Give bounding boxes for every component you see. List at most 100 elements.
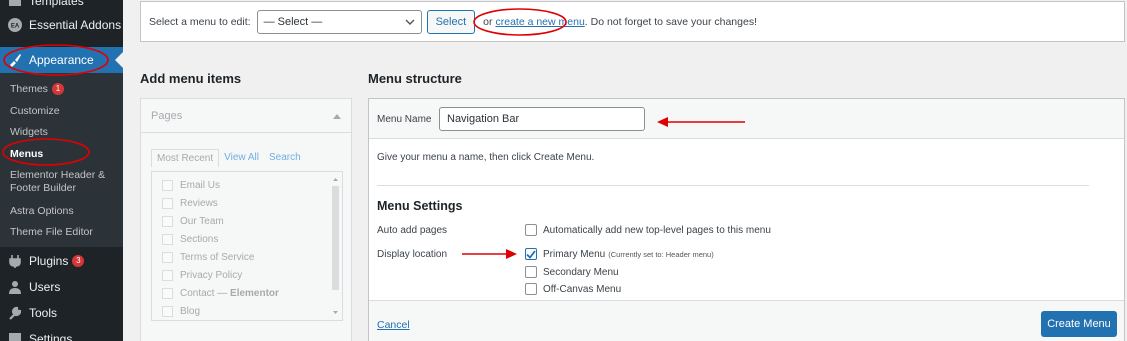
template-icon [7,0,23,8]
sidebar-item-appearance[interactable]: Appearance [0,47,123,73]
tab-most-recent[interactable]: Most Recent [151,149,220,167]
submenu-item-themes[interactable]: Themes 1 [10,83,64,96]
sidebar-item-label: Plugins [29,254,69,268]
sidebar-item-label: Tools [29,306,58,320]
divider [377,185,1089,186]
secondary-menu-checkbox[interactable] [525,266,537,278]
add-menu-items-heading: Add menu items [140,71,242,86]
auto-add-checkbox[interactable] [525,224,537,236]
tab-view-all[interactable]: View All [219,149,264,167]
page-label: Our Team [180,216,224,227]
pages-panel: Pages Most Recent View All Search Email … [140,98,352,341]
chevron-down-icon [405,16,415,28]
tab-search[interactable]: Search [264,149,306,167]
location-off-canvas-menu[interactable]: Off-Canvas Menu [525,283,621,295]
list-item[interactable]: Reviews [162,198,218,209]
update-badge: 3 [72,255,85,267]
page-label: Contact — [180,288,228,299]
select-prompt: Select a menu to edit: [149,15,251,28]
menu-settings-heading: Menu Settings [377,199,463,213]
list-item[interactable]: Sections [162,234,218,245]
sidebar-item-users[interactable]: Users [0,278,123,296]
menu-select-bar: Select a menu to edit: — Select — Select… [140,1,1125,42]
primary-menu-checkbox[interactable] [525,248,537,260]
paintbrush-icon [7,53,23,67]
submenu-item-astra-options[interactable]: Astra Options [10,205,74,218]
menu-structure-heading: Menu structure [368,71,462,86]
submenu-item-footer-builder[interactable]: Footer Builder [10,182,76,195]
create-menu-button[interactable]: Create Menu [1041,311,1117,337]
pages-panel-title: Pages [151,109,183,122]
checkbox[interactable] [162,288,173,299]
ea-icon: EA [7,18,23,32]
list-item[interactable]: Terms of Service [162,252,254,263]
menu-name-input[interactable]: Navigation Bar [439,107,645,131]
location-primary-menu[interactable]: Primary Menu (Currently set to: Header m… [525,248,714,260]
menu-name-label: Menu Name [377,114,432,125]
appearance-submenu: Themes 1 Customize Widgets Menus Elemento… [0,73,123,247]
sidebar-item-label: Users [29,280,61,294]
location-note: (Currently set to: Header menu) [608,249,714,259]
sidebar-item-label: Settings [29,332,73,341]
wrench-icon [7,306,23,320]
checkbox[interactable] [162,180,173,191]
list-item[interactable]: Privacy Policy [162,270,242,281]
scroll-thumb[interactable] [332,186,339,290]
pages-checklist: Email Us Reviews Our Team Sections Terms… [151,171,343,321]
submenu-item-customize[interactable]: Customize [10,105,60,118]
sidebar-item-label: Templates [29,0,84,8]
auto-add-option-label: Automatically add new top-level pages to… [543,224,771,236]
sidebar-item-label: Essential Addons [29,18,122,32]
menu-select-dropdown[interactable]: — Select — [256,9,422,34]
list-item[interactable]: Our Team [162,216,224,227]
menu-edit-panel: Menu Name Navigation Bar Give your menu … [368,98,1125,341]
pages-tabs: Most Recent View All Search [151,149,306,167]
settings-icon [7,332,23,341]
checkmark-icon [526,249,536,259]
sidebar-item-tools[interactable]: Tools [0,304,123,322]
pages-panel-header[interactable]: Pages [141,99,351,133]
sidebar-item-templates[interactable]: Templates [0,0,123,8]
checkbox[interactable] [162,198,173,209]
sidebar-item-settings[interactable]: Settings [0,330,123,341]
page-label: Reviews [180,198,218,209]
cancel-link[interactable]: Cancel [377,319,410,331]
auto-add-option[interactable]: Automatically add new top-level pages to… [525,224,771,236]
sidebar-item-essential-addons[interactable]: EA Essential Addons [0,16,123,34]
save-reminder: . Do not forget to save your changes! [584,15,757,28]
page-label-suffix: Elementor [230,288,279,299]
sidebar-item-plugins[interactable]: Plugins 3 [0,252,123,270]
checkbox[interactable] [162,252,173,263]
list-item[interactable]: Email Us [162,180,220,191]
plugin-icon [7,254,23,268]
location-label: Off-Canvas Menu [543,283,622,295]
checkbox[interactable] [162,270,173,281]
submenu-item-elementor-header[interactable]: Elementor Header & [10,169,105,182]
select-button[interactable]: Select [426,9,476,34]
caret-up-icon [333,110,341,122]
admin-sidebar: Templates EA Essential Addons Appearance… [0,0,123,341]
or-text: or [483,15,493,28]
wp-admin-screen: Templates EA Essential Addons Appearance… [0,0,1127,341]
submenu-item-widgets[interactable]: Widgets [10,126,48,139]
location-secondary-menu[interactable]: Secondary Menu [525,266,619,278]
sidebar-item-label: Appearance [29,53,94,67]
checkbox[interactable] [162,216,173,227]
submenu-item-menus[interactable]: Menus [10,148,43,161]
create-new-menu-link[interactable]: create a new menu [495,16,584,28]
update-badge: 1 [51,83,64,96]
menu-name-row: Menu Name Navigation Bar [369,99,1124,139]
page-label: Privacy Policy [180,270,243,281]
checkbox[interactable] [162,234,173,245]
list-item[interactable]: Blog [162,306,200,317]
list-item[interactable]: Contact — Elementor [162,288,279,299]
pages-scrollbar[interactable] [331,174,340,318]
off-canvas-menu-checkbox[interactable] [525,283,537,295]
checkbox[interactable] [162,306,173,317]
submenu-item-theme-file-editor[interactable]: Theme File Editor [10,226,93,239]
page-label: Terms of Service [180,252,255,263]
page-label: Blog [180,306,201,317]
menu-footer: Cancel Create Menu [369,300,1124,341]
page-label: Sections [180,234,219,245]
display-location-label: Display location [377,249,448,260]
